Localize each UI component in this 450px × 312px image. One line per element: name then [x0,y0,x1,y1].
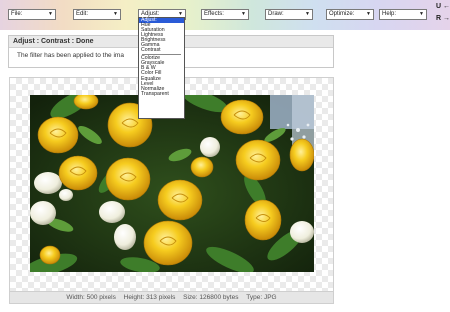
image-size: Size: 126800 bytes [183,294,239,301]
image-width: Width: 500 pixels [66,294,116,301]
redo-button[interactable]: R → [436,15,450,23]
optimize-menu-select[interactable]: Optimize: ▼ [326,9,374,20]
image-info-bar: Width: 500 pixels Height: 313 pixels Siz… [9,292,334,304]
toolbar: File: ▼ Edit: ▼ Adjust: ▼ Effects: ▼ Dra… [0,0,450,30]
chevron-down-icon: ▼ [241,11,246,17]
chevron-down-icon: ▼ [419,11,424,17]
file-menu-label: File: [11,11,23,17]
undo-button[interactable]: U ← [436,3,450,11]
edit-menu-label: Edit: [76,11,89,17]
dropdown-item-contrast[interactable]: Contrast [139,48,184,53]
effects-menu-select[interactable]: Effects: ▼ [201,9,249,20]
chevron-down-icon: ▼ [48,11,53,17]
flower-bouquet-photo [30,95,314,272]
draw-menu-label: Draw: [268,11,284,17]
chevron-down-icon: ▼ [305,11,310,17]
effects-menu-label: Effects: [204,11,224,17]
help-menu-label: Help: [382,11,397,17]
help-menu-select[interactable]: Help: ▼ [379,9,427,20]
image-height: Height: 313 pixels [123,294,176,301]
dropdown-item-transparent[interactable]: Transparent [139,91,184,97]
chevron-down-icon: ▼ [113,11,118,17]
optimize-menu-label: Optimize: [329,11,355,17]
draw-menu-select[interactable]: Draw: ▼ [265,9,313,20]
adjust-dropdown-list: Adjust: Hue Saturation Lightness Brightn… [138,17,185,119]
chevron-down-icon: ▼ [366,11,371,17]
edit-menu-select[interactable]: Edit: ▼ [73,9,121,20]
file-menu-select[interactable]: File: ▼ [8,9,56,20]
image-type: Type: JPG [246,294,277,301]
